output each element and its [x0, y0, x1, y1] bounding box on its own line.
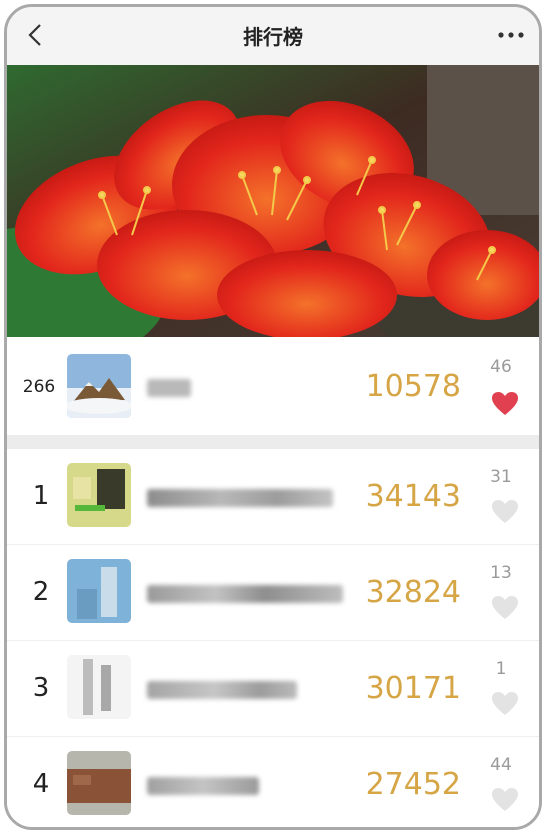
list-item[interactable]: 2 32824 13 [7, 545, 539, 641]
heart-icon[interactable] [491, 691, 519, 717]
user-name-blurred [147, 585, 343, 603]
list-item[interactable]: 3 30171 1 [7, 641, 539, 737]
my-ranking-row[interactable]: 266 10578 46 [7, 337, 539, 435]
avatar [67, 559, 131, 623]
rank-number: 4 [32, 769, 50, 799]
flower-photo [7, 65, 539, 337]
like-count: 46 [490, 357, 512, 377]
more-dots-icon[interactable] [497, 29, 525, 41]
heart-icon[interactable] [491, 499, 519, 525]
score: 32824 [365, 575, 461, 610]
user-name-blurred [147, 777, 259, 795]
rank-number: 3 [32, 673, 50, 703]
avatar [67, 463, 131, 527]
like-count: 31 [490, 467, 512, 487]
score: 34143 [365, 479, 461, 514]
like-count: 44 [490, 755, 512, 775]
top-bar: 排行榜 [7, 7, 539, 65]
avatar [67, 655, 131, 719]
hero-banner [7, 65, 539, 337]
score: 30171 [365, 671, 461, 706]
list-item[interactable]: 1 34143 31 [7, 449, 539, 545]
user-name-blurred [147, 681, 297, 699]
ranking-list: 1 34143 31 2 32824 13 3 30171 1 4 27452 … [7, 449, 539, 827]
rank-number: 1 [32, 481, 50, 511]
heart-icon[interactable] [491, 391, 519, 417]
section-divider [7, 435, 539, 449]
avatar [67, 354, 131, 418]
phone-frame: 排行榜 266 10578 46 1 34143 31 2 32824 13 3… [4, 4, 542, 830]
user-name-blurred [147, 379, 191, 397]
rank-number: 2 [32, 577, 50, 607]
list-item[interactable]: 4 27452 44 [7, 737, 539, 827]
like-count: 13 [490, 563, 512, 583]
page-title: 排行榜 [243, 25, 303, 49]
heart-icon[interactable] [491, 595, 519, 621]
avatar [67, 751, 131, 815]
user-name-blurred [147, 489, 333, 507]
heart-icon[interactable] [491, 787, 519, 813]
rank-number: 266 [22, 377, 56, 397]
score: 27452 [365, 767, 461, 802]
like-count: 1 [495, 659, 507, 679]
score: 10578 [365, 369, 461, 404]
